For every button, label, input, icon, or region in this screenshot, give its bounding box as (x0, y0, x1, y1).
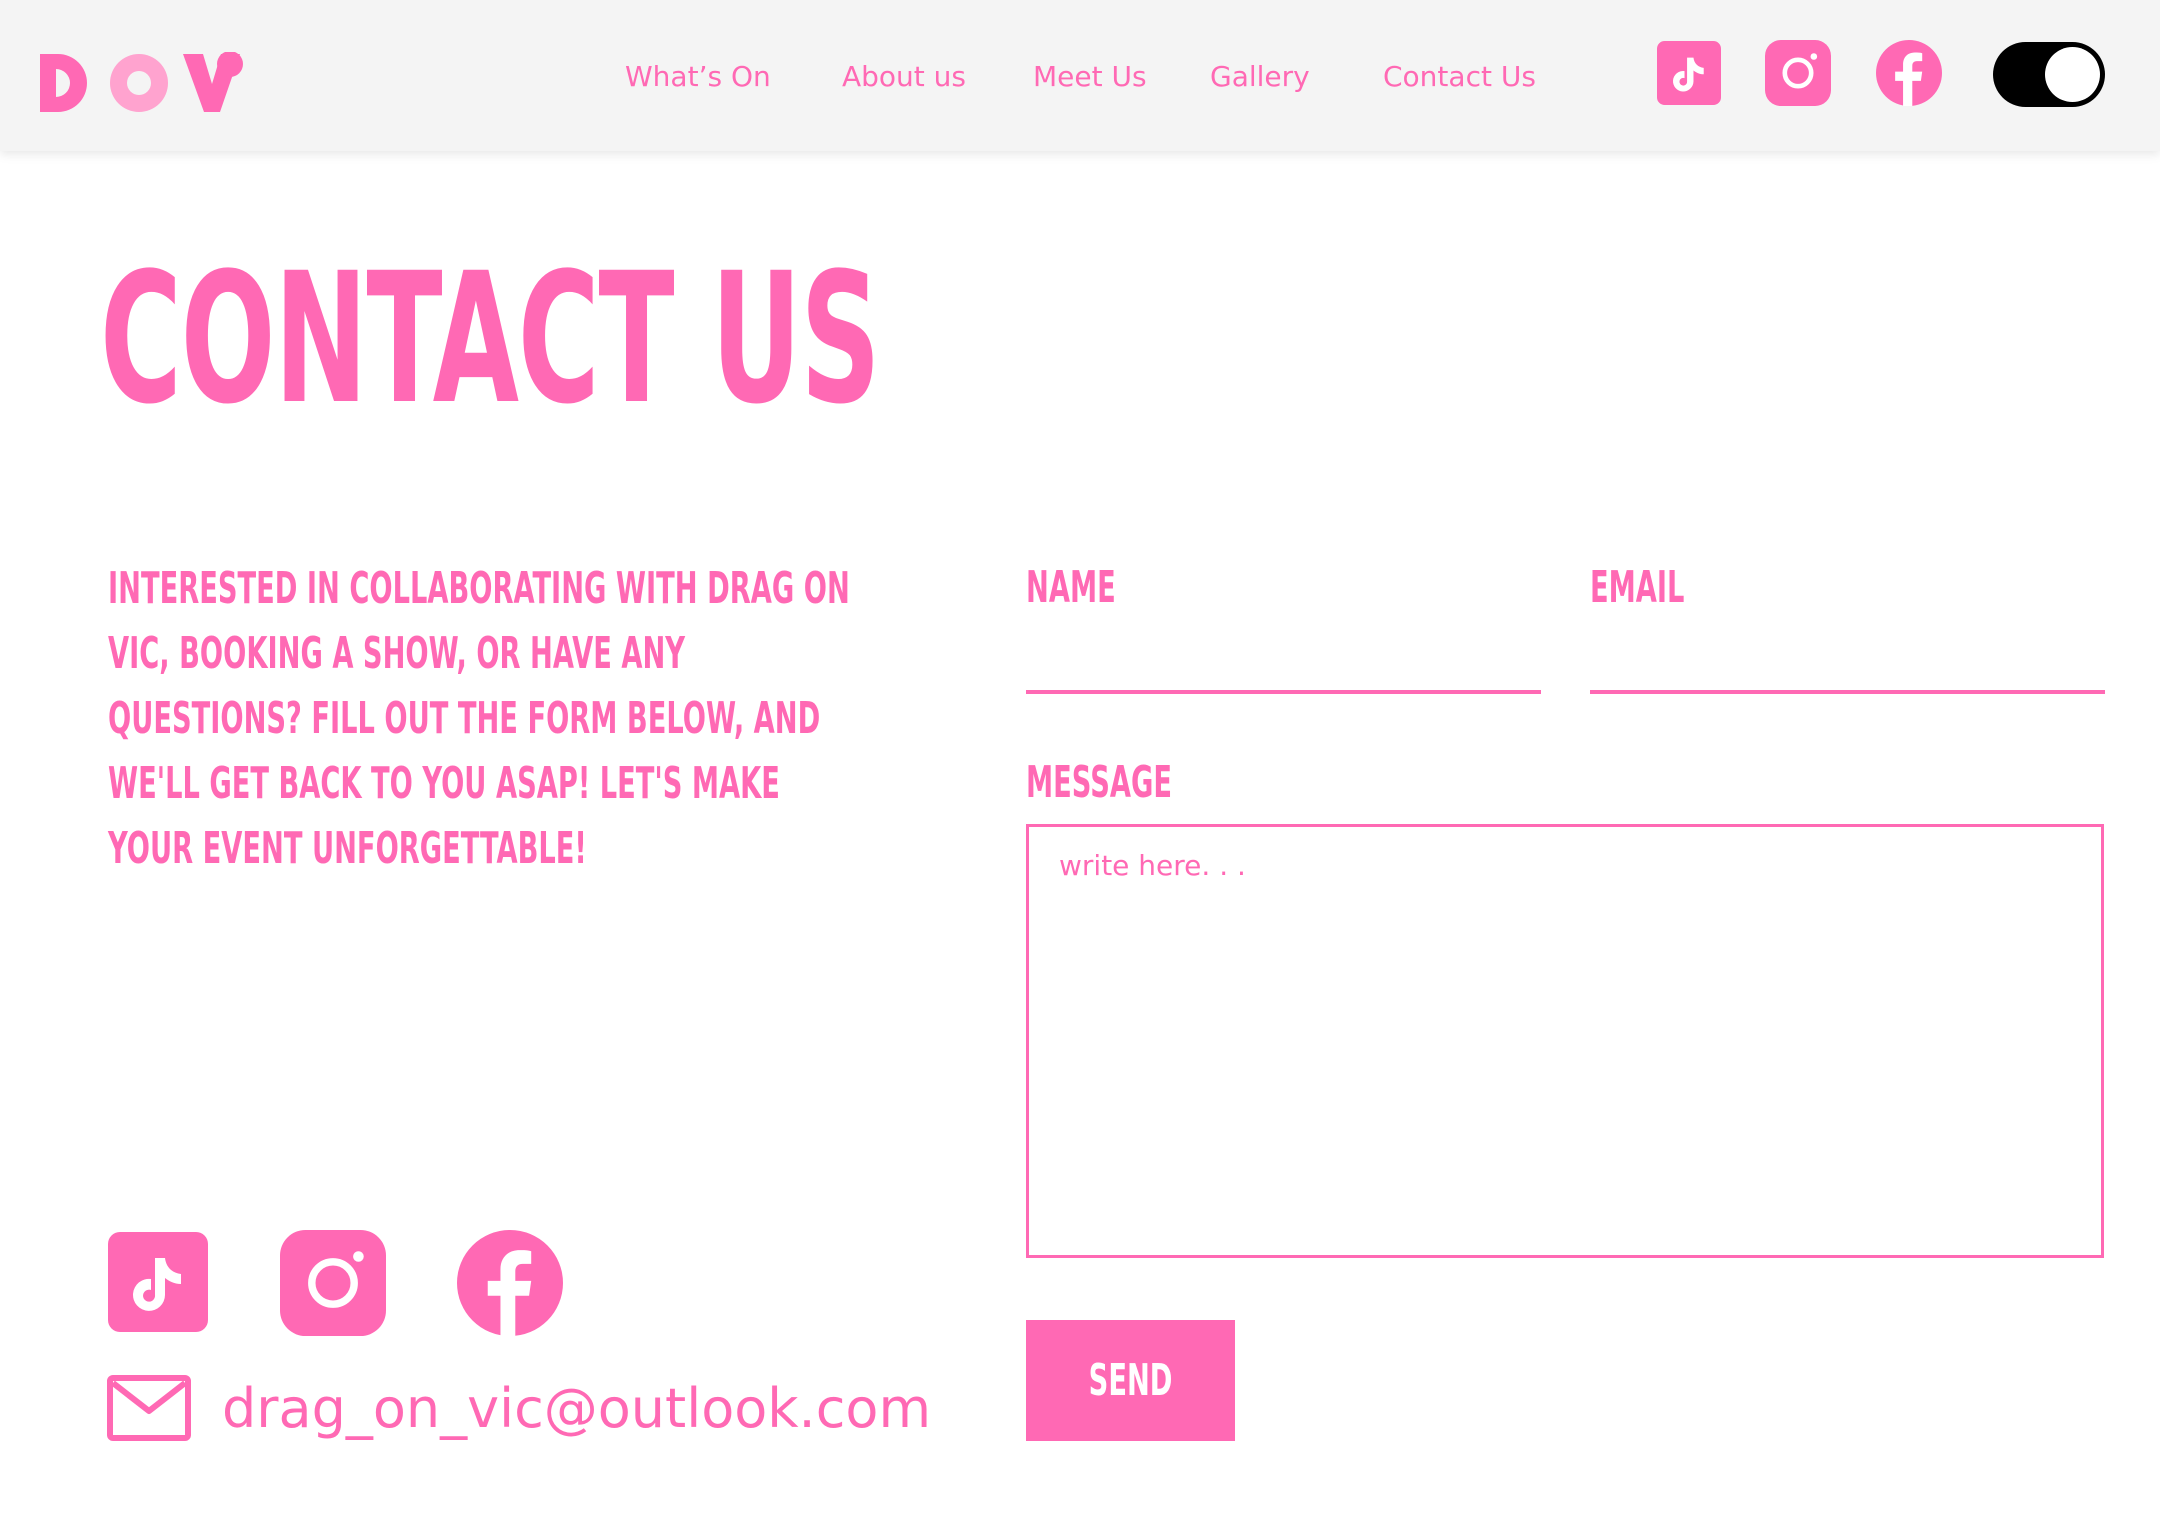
intro-text: Interested in collaborating with Drag On… (108, 563, 850, 874)
email-input[interactable] (1590, 640, 2105, 694)
email-label: EMAIL (1590, 562, 1685, 613)
nav-link-about-us[interactable]: About us (842, 57, 966, 97)
send-button-label: SEND (1088, 1355, 1173, 1406)
nav-link-whats-on[interactable]: What’s On (625, 57, 771, 97)
page-title: CONTACT US (100, 235, 881, 444)
message-textarea[interactable] (1026, 824, 2104, 1258)
mail-icon (107, 1375, 191, 1441)
instagram-icon[interactable] (1765, 40, 1831, 106)
facebook-icon[interactable] (1876, 40, 1942, 106)
toggle-knob (2045, 47, 2100, 102)
dov-logo[interactable] (40, 52, 245, 114)
contact-email-link[interactable]: drag_on_vic@outlook.com (222, 1376, 931, 1442)
intro-block: Interested in collaborating with Drag On… (108, 556, 852, 881)
name-input[interactable] (1026, 640, 1541, 694)
nav-link-gallery[interactable]: Gallery (1210, 57, 1310, 97)
name-label: NAME (1026, 562, 1116, 613)
tiktok-icon[interactable] (1657, 41, 1721, 105)
theme-toggle[interactable] (1993, 42, 2105, 107)
top-navbar: What’s On About us Meet Us Gallery Conta… (0, 0, 2160, 151)
message-label: MESSAGE (1026, 757, 1172, 808)
tiktok-icon[interactable] (108, 1232, 208, 1332)
facebook-icon[interactable] (457, 1230, 563, 1336)
nav-link-meet-us[interactable]: Meet Us (1033, 57, 1147, 97)
send-button[interactable]: SEND (1026, 1320, 1235, 1441)
nav-link-contact-us[interactable]: Contact Us (1383, 57, 1536, 97)
instagram-icon[interactable] (280, 1230, 386, 1336)
